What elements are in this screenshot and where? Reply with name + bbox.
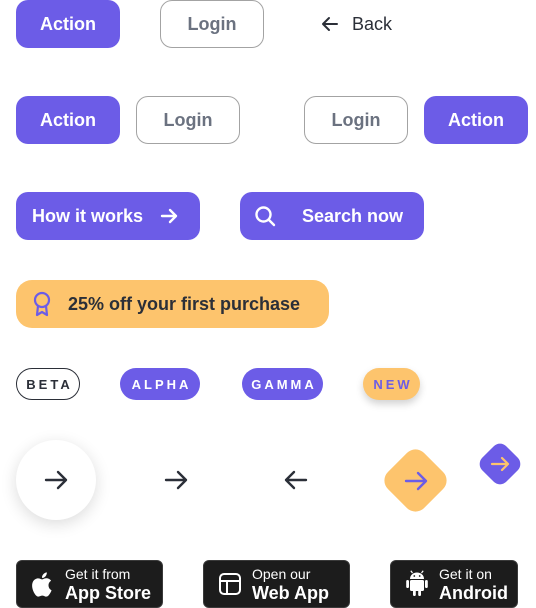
web-app-small-label: Open our xyxy=(252,565,311,582)
back-button-label: Back xyxy=(352,13,393,34)
next-diamond-button[interactable] xyxy=(379,444,452,517)
back-button[interactable]: Back xyxy=(320,12,392,36)
login-button[interactable]: Login xyxy=(304,96,408,144)
login-button-label: Login xyxy=(187,13,237,34)
arrow-right-icon xyxy=(44,470,68,490)
arrow-right-icon xyxy=(164,470,188,490)
arrow-left-icon xyxy=(284,470,308,490)
arrow-right-icon xyxy=(404,471,428,491)
previous-icon-button[interactable] xyxy=(276,460,316,500)
alpha-badge: ALPHA xyxy=(120,368,200,400)
login-button[interactable]: Login xyxy=(160,0,264,48)
action-button[interactable]: Action xyxy=(16,96,120,144)
android-small-label: Get it on xyxy=(439,565,492,582)
next-icon-button[interactable] xyxy=(156,460,196,500)
browser-window-icon xyxy=(219,573,241,595)
android-button[interactable]: Get it on Android xyxy=(390,560,518,608)
login-button-label: Login xyxy=(163,109,213,130)
award-ribbon-icon xyxy=(33,291,51,317)
web-app-big-label: Web App xyxy=(252,582,329,603)
new-badge: NEW xyxy=(363,368,420,400)
gamma-badge: GAMMA xyxy=(242,368,323,400)
app-store-small-label: Get it from xyxy=(65,565,131,582)
apple-icon xyxy=(32,572,52,597)
action-button[interactable]: Action xyxy=(424,96,528,144)
next-round-button[interactable] xyxy=(16,440,96,520)
action-button-label: Action xyxy=(40,13,96,34)
promo-banner[interactable]: 25% off your first purchase xyxy=(16,280,329,328)
beta-badge: BETA xyxy=(16,368,80,400)
action-button-label: Action xyxy=(448,109,504,130)
gamma-badge-label: GAMMA xyxy=(251,376,317,392)
app-store-big-label: App Store xyxy=(65,582,152,603)
arrow-right-icon xyxy=(160,208,178,224)
login-button[interactable]: Login xyxy=(136,96,240,144)
how-it-works-label: How it works xyxy=(32,205,144,226)
new-badge-label: NEW xyxy=(373,376,413,392)
arrow-right-icon xyxy=(490,456,510,472)
search-now-button[interactable]: Search now xyxy=(240,192,424,240)
next-small-diamond-button[interactable] xyxy=(475,439,525,489)
beta-badge-label: BETA xyxy=(26,376,73,392)
app-store-button[interactable]: Get it from App Store xyxy=(16,560,163,608)
alpha-badge-label: ALPHA xyxy=(131,376,192,392)
android-icon xyxy=(406,570,428,596)
action-button-label: Action xyxy=(40,109,96,130)
search-icon xyxy=(255,206,276,227)
how-it-works-button[interactable]: How it works xyxy=(16,192,200,240)
login-button-label: Login xyxy=(331,109,381,130)
arrow-left-icon xyxy=(322,17,338,31)
promo-label: 25% off your first purchase xyxy=(68,293,301,314)
web-app-button[interactable]: Open our Web App xyxy=(203,560,350,608)
android-big-label: Android xyxy=(439,582,508,603)
action-button[interactable]: Action xyxy=(16,0,120,48)
search-now-label: Search now xyxy=(302,205,404,226)
